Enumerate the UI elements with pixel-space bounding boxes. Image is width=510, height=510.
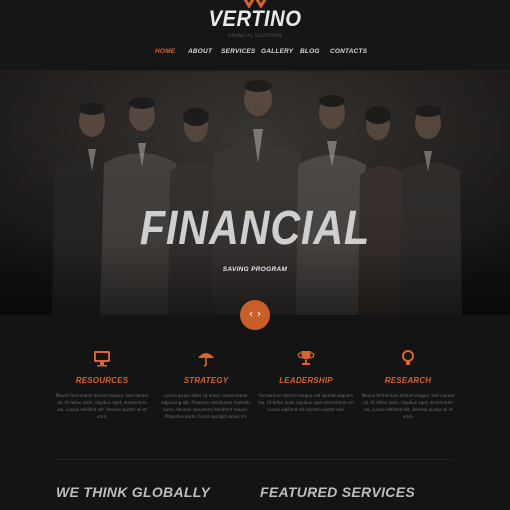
nav-item-gallery[interactable]: GALLERY bbox=[261, 48, 293, 55]
site-header: VERTINO FINANCIAL SOLUTIONS HOME ABOUT S… bbox=[0, 0, 510, 71]
nav-item-about[interactable]: ABOUT bbox=[188, 48, 212, 55]
hero-team-photo bbox=[0, 71, 510, 315]
nav-item-home[interactable]: HOME bbox=[155, 48, 175, 55]
chevrons-left-right-icon: ‹ › bbox=[248, 307, 262, 320]
section-title-we-think-globally: WE THINK GLOBALLY bbox=[56, 484, 211, 500]
main-nav: HOME ABOUT SERVICES GALLERY BLOG CONTACT… bbox=[0, 48, 510, 60]
feature-text: Mauris fermentum dictum magna. Sed laore… bbox=[55, 393, 149, 419]
nav-item-blog[interactable]: BLOG bbox=[300, 48, 320, 55]
monitor-icon bbox=[94, 351, 110, 367]
hero-banner bbox=[0, 71, 510, 315]
feature-text: Mauris fermentum dictum magna. Sed laore… bbox=[361, 393, 455, 419]
section-title-featured-services: FEATURED SERVICES bbox=[260, 484, 415, 500]
trophy-icon bbox=[297, 351, 315, 365]
hero-title: FINANCIAL bbox=[139, 202, 371, 255]
hero-slider-button[interactable]: ‹ › bbox=[240, 300, 270, 330]
brand-tagline: FINANCIAL SOLUTIONS bbox=[227, 33, 283, 38]
lightbulb-icon bbox=[402, 350, 414, 365]
hero-subtitle: SAVING PROGRAM bbox=[222, 266, 288, 273]
brand-name[interactable]: VERTINO bbox=[20, 6, 489, 32]
nav-item-contacts[interactable]: CONTACTS bbox=[330, 48, 367, 55]
features-section: RESOURCES Mauris fermentum dictum magna.… bbox=[0, 330, 510, 460]
feature-text: Lorem ipsum dolor sit amet, consectetuer… bbox=[161, 393, 251, 419]
feature-title[interactable]: RESOURCES bbox=[42, 376, 162, 385]
umbrella-icon bbox=[198, 353, 214, 367]
section-divider bbox=[56, 459, 454, 460]
feature-title[interactable]: RESEARCH bbox=[348, 376, 468, 385]
nav-item-services[interactable]: SERVICES bbox=[221, 48, 255, 55]
feature-text: Fermentum dictum magna sed laoreet aliqu… bbox=[258, 393, 354, 412]
